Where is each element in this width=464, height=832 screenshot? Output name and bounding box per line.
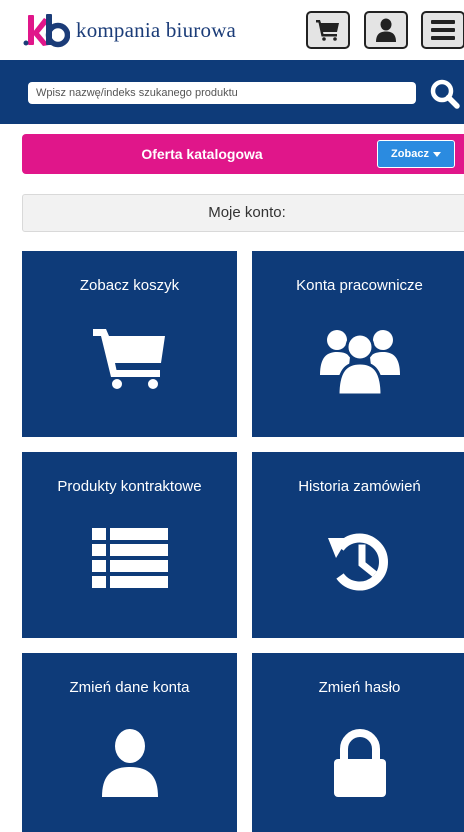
my-account-header: Moje konto: bbox=[22, 194, 464, 232]
header-user-button[interactable] bbox=[364, 11, 408, 49]
tile-employee-accounts[interactable]: Konta pracownicze bbox=[252, 251, 464, 437]
catalog-offer-title: Oferta katalogowa bbox=[141, 146, 263, 162]
tile-label: Produkty kontraktowe bbox=[57, 478, 202, 495]
header-cart-button[interactable] bbox=[306, 11, 350, 49]
tile-label: Konta pracownicze bbox=[296, 277, 423, 294]
caret-down-icon bbox=[432, 151, 441, 157]
logo-mark-icon bbox=[23, 14, 70, 48]
tile-label: Zmień dane konta bbox=[69, 679, 190, 696]
tile-change-account-data[interactable]: Zmień dane konta bbox=[22, 653, 237, 832]
my-account-label: Moje konto: bbox=[208, 204, 286, 221]
cart-icon bbox=[316, 20, 339, 41]
tile-label: Zmień hasło bbox=[318, 679, 401, 696]
tile-contract-products[interactable]: Produkty kontraktowe bbox=[22, 452, 237, 638]
header: kompania biurowa bbox=[0, 0, 464, 60]
tile-label: Historia zamówień bbox=[298, 478, 421, 495]
users-icon bbox=[319, 330, 400, 395]
header-menu-button[interactable] bbox=[421, 11, 464, 49]
user-icon bbox=[376, 18, 396, 42]
catalog-see-label: Zobacz bbox=[391, 148, 429, 160]
tile-order-history[interactable]: Historia zamówień bbox=[252, 452, 464, 638]
hamburger-menu-icon bbox=[431, 20, 455, 40]
tile-label: Zobacz koszyk bbox=[79, 277, 180, 294]
logo[interactable]: kompania biurowa bbox=[22, 8, 236, 52]
list-icon bbox=[91, 528, 168, 588]
search-icon[interactable] bbox=[429, 78, 461, 110]
tile-view-cart[interactable]: Zobacz koszyk bbox=[22, 251, 237, 437]
search-input[interactable] bbox=[28, 82, 416, 104]
catalog-see-button[interactable]: Zobacz bbox=[377, 140, 455, 168]
lock-icon bbox=[333, 729, 386, 797]
catalog-offer-bar: Oferta katalogowa Zobacz bbox=[22, 134, 464, 174]
tile-change-password[interactable]: Zmień hasło bbox=[252, 653, 464, 832]
search-bar bbox=[0, 60, 464, 124]
user-icon bbox=[101, 729, 158, 797]
logo-text: kompania biurowa bbox=[76, 17, 237, 42]
cart-icon bbox=[92, 329, 165, 389]
history-icon bbox=[327, 533, 388, 591]
